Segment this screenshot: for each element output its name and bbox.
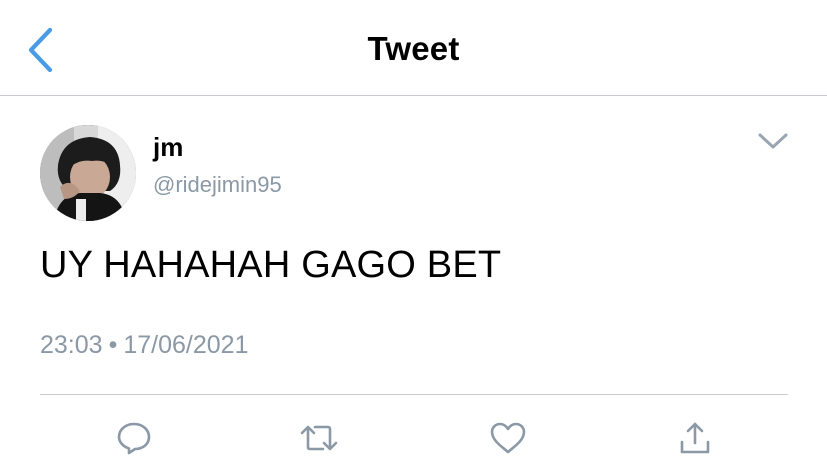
chevron-down-icon [758,133,788,149]
like-button[interactable] [487,418,529,458]
timestamp-separator: • [108,331,118,359]
share-button[interactable] [674,418,716,458]
tweet-time: 23:03 [40,331,103,359]
navigation-bar: Tweet [0,0,827,96]
author-display-name[interactable]: jm [153,132,183,163]
retweet-button[interactable] [298,418,340,458]
share-icon [680,422,710,454]
retweet-icon [300,425,338,451]
reply-icon [117,422,151,455]
avatar[interactable] [40,125,136,221]
tweet-detail-screen: Tweet jm @ridejimin95 UY HAHAHAH GAGO BE… [0,0,827,465]
reply-button[interactable] [113,418,155,458]
author-handle[interactable]: @ridejimin95 [153,172,282,198]
heart-icon [490,422,526,454]
tweet-text: UY HAHAHAH GAGO BET [40,244,502,286]
tweet-menu-button[interactable] [752,124,794,158]
profile-photo [40,125,136,221]
divider [40,394,788,395]
page-title: Tweet [367,30,460,67]
tweet-timestamp: 23:03 • 17/06/2021 [40,331,248,360]
tweet-date: 17/06/2021 [123,331,249,359]
